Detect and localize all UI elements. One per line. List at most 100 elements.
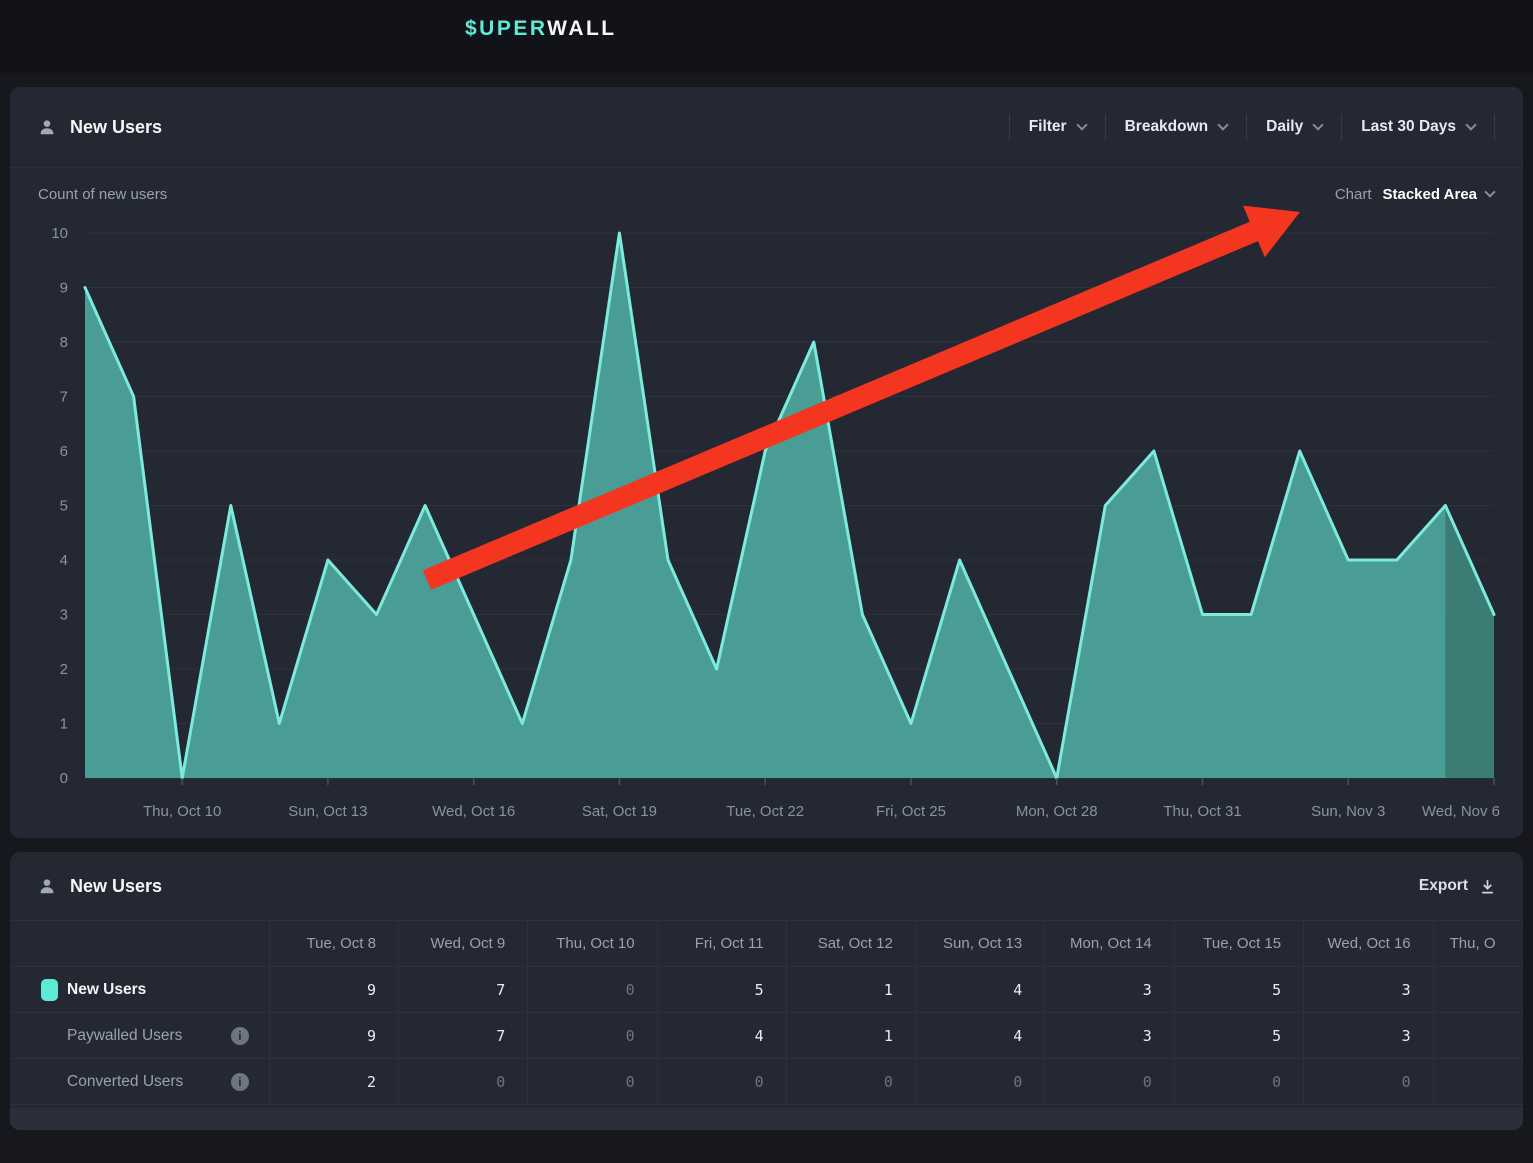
chart-card-title: New Users <box>38 117 162 138</box>
date-column-header: Thu, Oct 10 <box>528 921 657 967</box>
y-axis-label: 10 <box>51 225 68 242</box>
table-value-cell: 0 <box>398 1059 527 1105</box>
y-axis-label: 4 <box>60 552 68 569</box>
table-card-title: New Users <box>38 876 162 897</box>
table-row: Converted Usersi200000000 <box>10 1059 1523 1105</box>
date-column-header: Sun, Oct 13 <box>915 921 1044 967</box>
y-axis-label: 6 <box>60 443 68 460</box>
date-column-header: Sat, Oct 12 <box>786 921 915 967</box>
x-axis-label: Sun, Nov 3 <box>1311 803 1385 820</box>
table-title-text: New Users <box>70 876 162 897</box>
table-value-cell: 1 <box>786 967 915 1013</box>
table-value-cell: 3 <box>1304 1013 1434 1059</box>
y-axis-label: 9 <box>60 280 68 297</box>
gridlines <box>85 233 1494 778</box>
row-label-text: Paywalled Users <box>67 1027 182 1045</box>
red-arrow-annotation <box>423 206 1300 590</box>
table-row: New Users970514353 <box>10 967 1523 1013</box>
x-axis-label: Wed, Oct 16 <box>432 803 515 820</box>
chart-type-dropdown[interactable]: Chart Stacked Area <box>1335 186 1494 203</box>
y-axis-title: Count of new users <box>38 186 167 203</box>
user-icon <box>38 877 56 895</box>
filter-dropdown[interactable]: Filter <box>1010 118 1105 136</box>
area-series-line <box>85 233 1494 778</box>
table-value-cell: 4 <box>657 1013 786 1059</box>
table-value-cell <box>1433 1013 1523 1059</box>
chart-title-text: New Users <box>70 117 162 138</box>
filter-bar: Filter Breakdown Daily Last 30 Days <box>1009 114 1495 140</box>
area-incomplete-segment <box>1445 506 1494 779</box>
table-value-cell: 3 <box>1304 967 1434 1013</box>
table-value-cell: 9 <box>269 967 398 1013</box>
row-label-text: New Users <box>67 981 146 999</box>
breakdown-label: Breakdown <box>1125 118 1209 136</box>
filter-divider <box>1494 114 1495 140</box>
x-axis-label: Wed, Nov 6 <box>1422 803 1500 820</box>
x-axis-ticks <box>182 778 1494 785</box>
chevron-down-icon <box>1313 119 1324 130</box>
horizontal-scrollbar-track[interactable] <box>10 1108 1523 1130</box>
chart-card: New Users Filter Breakdown Daily Last 30… <box>10 87 1523 838</box>
table-value-cell: 9 <box>269 1013 398 1059</box>
table-value-cell: 0 <box>528 1013 657 1059</box>
user-icon <box>38 118 56 136</box>
y-axis-label: 0 <box>60 770 68 787</box>
x-axis-label: Tue, Oct 22 <box>726 803 804 820</box>
table-value-cell: 0 <box>786 1059 915 1105</box>
y-axis-label: 8 <box>60 334 68 351</box>
table-value-cell: 1 <box>786 1013 915 1059</box>
metrics-table: Tue, Oct 8Wed, Oct 9Thu, Oct 10Fri, Oct … <box>10 920 1523 1105</box>
row-label-cell: New Users <box>10 967 269 1013</box>
chart-type-value: Stacked Area <box>1383 186 1478 203</box>
area-series-fill <box>85 233 1494 778</box>
date-column-header: Tue, Oct 8 <box>269 921 398 967</box>
table-value-cell: 0 <box>528 1059 657 1105</box>
table-value-cell: 0 <box>657 1059 786 1105</box>
chevron-down-icon <box>1076 119 1087 130</box>
info-icon[interactable]: i <box>231 1073 249 1091</box>
table-value-cell: 2 <box>269 1059 398 1105</box>
date-column-header: Fri, Oct 11 <box>657 921 786 967</box>
table-value-cell <box>1433 967 1523 1013</box>
row-label-column-header <box>10 921 269 967</box>
chevron-down-icon <box>1465 119 1476 130</box>
x-axis-labels: Thu, Oct 10Sun, Oct 13Wed, Oct 16Sat, Oc… <box>143 803 1500 820</box>
table-value-cell: 0 <box>1304 1059 1434 1105</box>
y-axis-label: 2 <box>60 661 68 678</box>
table-value-cell: 5 <box>1174 1013 1303 1059</box>
date-column-header: Mon, Oct 14 <box>1045 921 1175 967</box>
download-icon <box>1480 879 1495 894</box>
topbar: $UPERWALL <box>0 0 1533 73</box>
granularity-label: Daily <box>1266 118 1303 136</box>
date-column-header: Wed, Oct 16 <box>1304 921 1434 967</box>
y-axis-label: 7 <box>60 389 68 406</box>
row-label-cell: Converted Users i <box>10 1059 269 1105</box>
x-axis-label: Thu, Oct 10 <box>143 803 221 820</box>
x-axis-label: Thu, Oct 31 <box>1163 803 1241 820</box>
chart-card-header: New Users Filter Breakdown Daily Last 30… <box>10 87 1523 168</box>
table-value-cell: 5 <box>657 967 786 1013</box>
export-button[interactable]: Export <box>1419 877 1495 895</box>
date-column-header: Thu, O <box>1433 921 1523 967</box>
date-range-label: Last 30 Days <box>1361 118 1456 136</box>
table-value-cell: 0 <box>1045 1059 1175 1105</box>
table-value-cell: 0 <box>1174 1059 1303 1105</box>
info-icon[interactable]: i <box>231 1027 249 1045</box>
granularity-dropdown[interactable]: Daily <box>1247 118 1341 136</box>
date-column-header: Tue, Oct 15 <box>1174 921 1303 967</box>
table-value-cell: 0 <box>915 1059 1044 1105</box>
table-value-cell: 0 <box>528 967 657 1013</box>
date-range-dropdown[interactable]: Last 30 Days <box>1342 118 1494 136</box>
table-value-cell: 7 <box>398 967 527 1013</box>
breakdown-dropdown[interactable]: Breakdown <box>1106 118 1247 136</box>
chevron-down-icon <box>1217 119 1228 130</box>
table-value-cell: 5 <box>1174 967 1303 1013</box>
x-axis-label: Fri, Oct 25 <box>876 803 946 820</box>
x-axis-label: Sun, Oct 13 <box>288 803 367 820</box>
table-row: Paywalled Usersi970414353 <box>10 1013 1523 1059</box>
y-axis-label: 5 <box>60 498 68 515</box>
filter-label: Filter <box>1029 118 1067 136</box>
export-label: Export <box>1419 877 1468 895</box>
table-value-cell: 7 <box>398 1013 527 1059</box>
row-label-text: Converted Users <box>67 1073 183 1091</box>
